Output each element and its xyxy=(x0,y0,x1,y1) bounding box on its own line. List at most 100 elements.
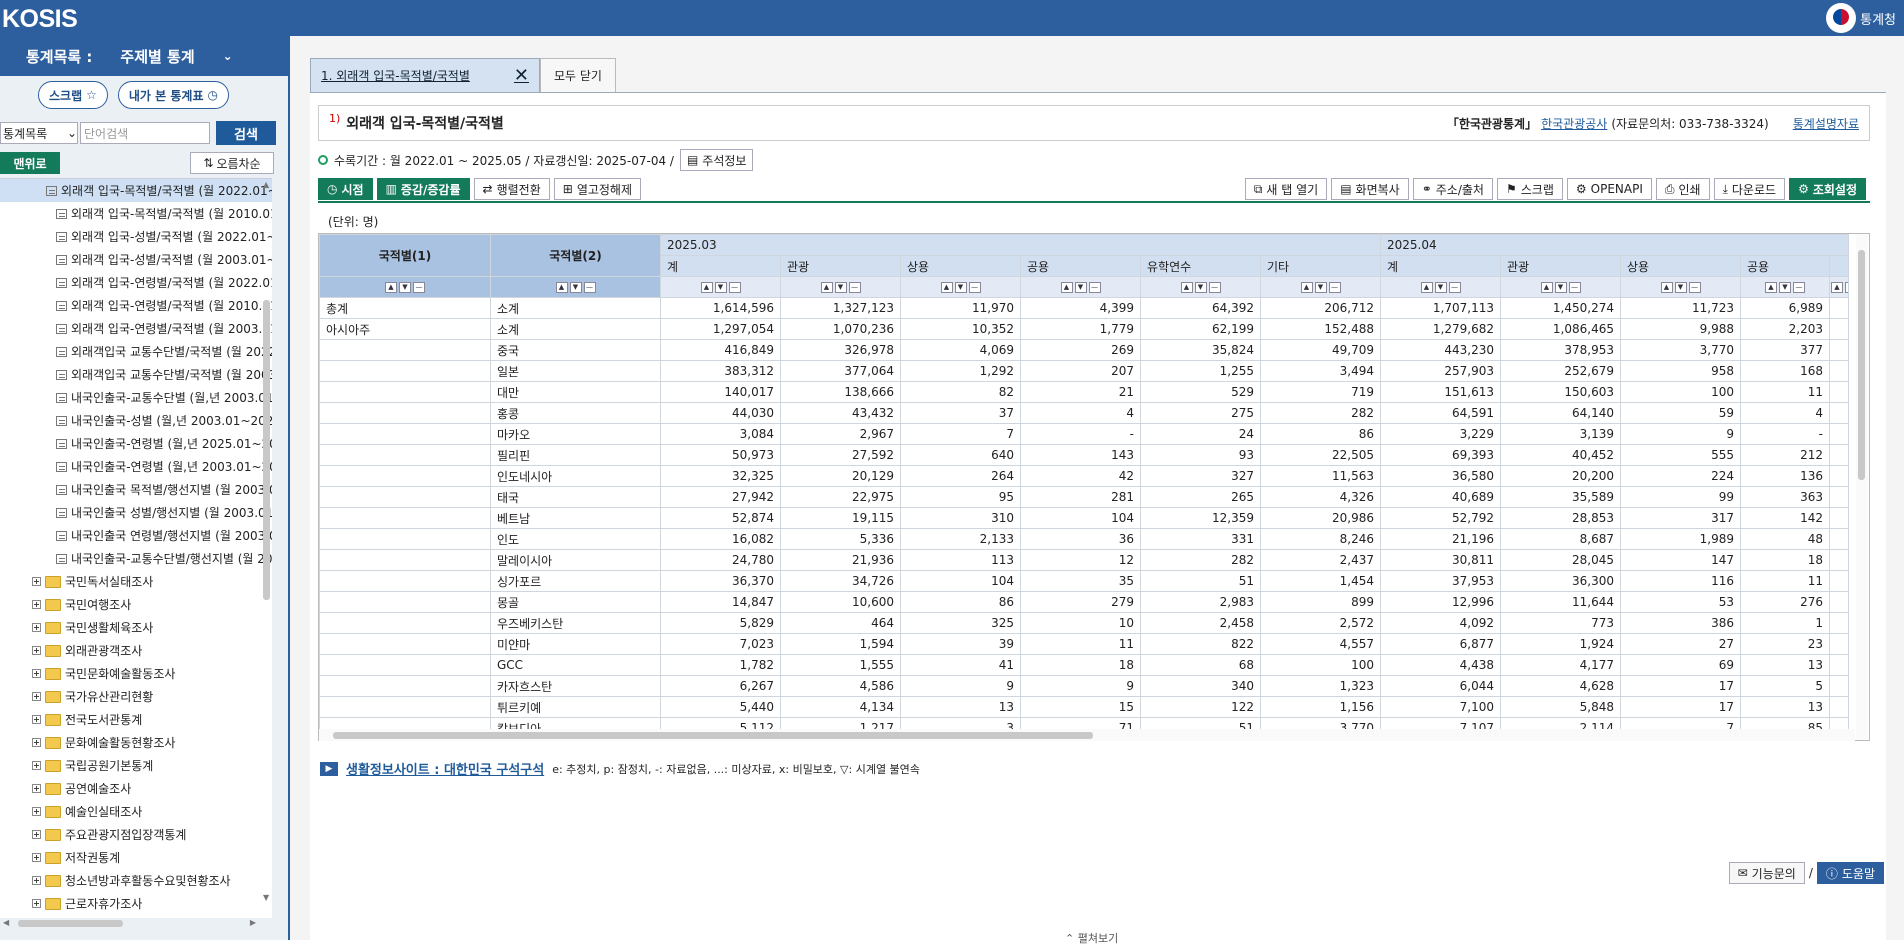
tree-table-item[interactable]: 외래객 입국-연령별/국적별 (월 2003.01~2009.12) xyxy=(0,317,272,340)
scroll-down-icon[interactable]: ▼ xyxy=(263,893,269,902)
sort-desc-icon[interactable]: ▼ xyxy=(1074,282,1087,293)
change-rate-button[interactable]: ▥ 증감/증감률 xyxy=(376,178,470,200)
sort-desc-icon[interactable]: ▼ xyxy=(1434,282,1447,293)
sort-desc-icon[interactable]: ▼ xyxy=(954,282,967,293)
tree-table-item[interactable]: 내국인출국-연령별 (월,년 2003.01~2024.12) xyxy=(0,455,272,478)
expand-icon[interactable] xyxy=(32,761,41,770)
sort-asc-icon[interactable]: ▲ xyxy=(1831,282,1843,293)
tree-table-item[interactable]: 내국인출국-교통수단별 (월,년 2003.01~2025.05) xyxy=(0,386,272,409)
expand-icon[interactable] xyxy=(32,692,41,701)
tree-horizontal-scrollbar[interactable]: ◀ ▶ xyxy=(0,918,262,930)
tree-table-item[interactable]: 내국인출국 성별/행선지별 (월 2003.01~2005.12) xyxy=(0,501,272,524)
scroll-up-icon[interactable]: ▲ xyxy=(263,180,269,189)
openapi-button[interactable]: ⚙ OPENAPI xyxy=(1566,178,1652,200)
tree-category[interactable]: 국가유산관리현황 xyxy=(0,685,272,708)
tree-table-item[interactable]: 내국인출국 목적별/행선지별 (월 2003.01~2005.12) xyxy=(0,478,272,501)
tree-category[interactable]: 국민여행조사 xyxy=(0,593,272,616)
sort-asc-icon[interactable]: ▲ xyxy=(1060,282,1073,293)
sort-desc-icon[interactable]: ▼ xyxy=(1779,282,1791,293)
period-button[interactable]: ◷ 시점 xyxy=(318,178,373,200)
tree-category[interactable]: 국민독서실태조사 xyxy=(0,570,272,593)
sidebar-mode[interactable]: 주제별 통계 xyxy=(120,46,194,67)
sort-asc-icon[interactable]: ▲ xyxy=(820,282,833,293)
tree-category[interactable]: 문화예술활동현황조사 xyxy=(0,731,272,754)
collapse-icon[interactable]: — xyxy=(968,282,981,293)
grid-horizontal-scrollbar[interactable] xyxy=(319,729,1855,741)
sort-asc-icon[interactable]: ▲ xyxy=(1660,282,1673,293)
scrap-table-button[interactable]: ⚑ 스크랩 xyxy=(1496,178,1563,200)
collapse-icon[interactable]: — xyxy=(1688,282,1701,293)
expand-icon[interactable] xyxy=(32,807,41,816)
expand-toggle[interactable]: ⌃ 펼쳐보기 xyxy=(1065,930,1118,946)
kosis-logo[interactable]: KOSIS xyxy=(2,5,78,34)
sort-asc-icon[interactable]: ▲ xyxy=(700,282,713,293)
sort-desc-icon[interactable]: ▼ xyxy=(714,282,727,293)
agency-link[interactable]: 통계청 xyxy=(1826,3,1896,33)
stat-explain-link[interactable]: 통계설명자료 xyxy=(1793,115,1859,132)
expand-icon[interactable] xyxy=(32,623,41,632)
tree-table-item[interactable]: 외래객 입국-성별/국적별 (월 2022.01~2025.05) xyxy=(0,225,272,248)
expand-icon[interactable] xyxy=(32,600,41,609)
tree-table-item[interactable]: 외래객입국 교통수단별/국적별 (월 2022.01~2025.05) xyxy=(0,340,272,363)
collapse-icon[interactable]: — xyxy=(1793,282,1805,293)
sort-desc-icon[interactable]: ▼ xyxy=(1674,282,1687,293)
expand-icon[interactable] xyxy=(32,715,41,724)
collapse-icon[interactable]: — xyxy=(1208,282,1221,293)
tree-category[interactable]: 주요관광지점입장객통계 xyxy=(0,823,272,846)
close-all-tabs-button[interactable]: 모두 닫기 xyxy=(540,58,616,92)
expand-icon[interactable] xyxy=(32,853,41,862)
tree-table-item[interactable]: 외래객입국 교통수단별/국적별 (월 2003.01~2021.12) xyxy=(0,363,272,386)
sort-asc-icon[interactable]: ▲ xyxy=(1540,282,1553,293)
life-info-site-link[interactable]: 생활정보사이트 : 대한민국 구석구석 xyxy=(346,759,544,778)
help-button[interactable]: ⓘ 도움말 xyxy=(1816,862,1884,884)
grid-vertical-scrollbar[interactable] xyxy=(1856,234,1868,740)
collapse-icon[interactable]: — xyxy=(1448,282,1461,293)
tree-category[interactable]: 예술인실태조사 xyxy=(0,800,272,823)
tree-category[interactable]: 국민문화예술활동조사 xyxy=(0,662,272,685)
source-link[interactable]: 한국관광공사 xyxy=(1541,115,1607,132)
scroll-thumb[interactable] xyxy=(18,920,123,927)
collapse-icon[interactable]: — xyxy=(583,282,596,293)
tree-category[interactable]: 외래관광객조사 xyxy=(0,639,272,662)
sort-desc-icon[interactable]: ▼ xyxy=(569,282,582,293)
expand-icon[interactable] xyxy=(32,899,41,908)
download-button[interactable]: ⤓ 다운로드 xyxy=(1713,178,1786,200)
expand-icon[interactable] xyxy=(32,577,41,586)
scroll-right-icon[interactable]: ▶ xyxy=(250,918,256,927)
collapse-icon[interactable]: — xyxy=(728,282,741,293)
tree-vertical-scrollbar[interactable]: ▲ ▼ xyxy=(262,180,272,902)
tree-table-item[interactable]: 외래객 입국-연령별/국적별 (월 2022.01~2025.05) xyxy=(0,271,272,294)
tree-table-item[interactable]: 외래객 입국-목적별/국적별 (월 2022.01~2025.05) xyxy=(0,179,272,202)
unfreeze-columns-button[interactable]: ⊞ 열고정해제 xyxy=(553,178,642,200)
tree-table-item[interactable]: 외래객 입국-성별/국적별 (월 2003.01~2021.12) xyxy=(0,248,272,271)
close-icon[interactable]: ✕ xyxy=(514,65,529,86)
function-inquiry-button[interactable]: ✉ 기능문의 xyxy=(1728,862,1805,884)
screen-copy-button[interactable]: ▤ 화면복사 xyxy=(1331,178,1409,200)
sort-desc-icon[interactable]: ▼ xyxy=(1314,282,1327,293)
expand-icon[interactable] xyxy=(32,669,41,678)
sort-asc-icon[interactable]: ▲ xyxy=(385,282,397,293)
notes-button[interactable]: ▤ 주석정보 xyxy=(679,149,754,171)
tree-table-item[interactable]: 내국인출국-성별 (월,년 2003.01~2025.05) xyxy=(0,409,272,432)
print-button[interactable]: ⎙ 인쇄 xyxy=(1655,178,1710,200)
tree-table-item[interactable]: 내국인출국-연령별 (월,년 2025.01~2025.05) xyxy=(0,432,272,455)
sort-asc-icon[interactable]: ▲ xyxy=(940,282,953,293)
expand-icon[interactable] xyxy=(32,784,41,793)
tree-category[interactable]: 국민생활체육조사 xyxy=(0,616,272,639)
tree-category[interactable]: 공연예술조사 xyxy=(0,777,272,800)
tree-table-item[interactable]: 외래객 입국-목적별/국적별 (월 2010.01~2021.12) xyxy=(0,202,272,225)
search-category-select[interactable]: 통계목록 ⌄ xyxy=(0,122,78,144)
sort-desc-icon[interactable]: ▼ xyxy=(1554,282,1567,293)
tree-category[interactable]: 국립공원기본통계 xyxy=(0,754,272,777)
query-settings-button[interactable]: ⚙ 조회설정 xyxy=(1789,178,1866,200)
collapse-icon[interactable]: — xyxy=(413,282,425,293)
transpose-button[interactable]: ⇄ 행렬전환 xyxy=(473,178,550,200)
tree-table-item[interactable]: 내국인출국 연령별/행선지별 (월 2003.01~2005.12) xyxy=(0,524,272,547)
tree-category[interactable]: 청소년방과후활동수요및현황조사 xyxy=(0,869,272,892)
sort-desc-icon[interactable]: ▼ xyxy=(834,282,847,293)
expand-icon[interactable] xyxy=(32,876,41,885)
sort-button[interactable]: ⇅ 오름차순 xyxy=(190,152,274,174)
collapse-icon[interactable]: — xyxy=(1328,282,1341,293)
search-input[interactable]: 단어검색 xyxy=(80,122,210,144)
sort-asc-icon[interactable]: ▲ xyxy=(1300,282,1313,293)
